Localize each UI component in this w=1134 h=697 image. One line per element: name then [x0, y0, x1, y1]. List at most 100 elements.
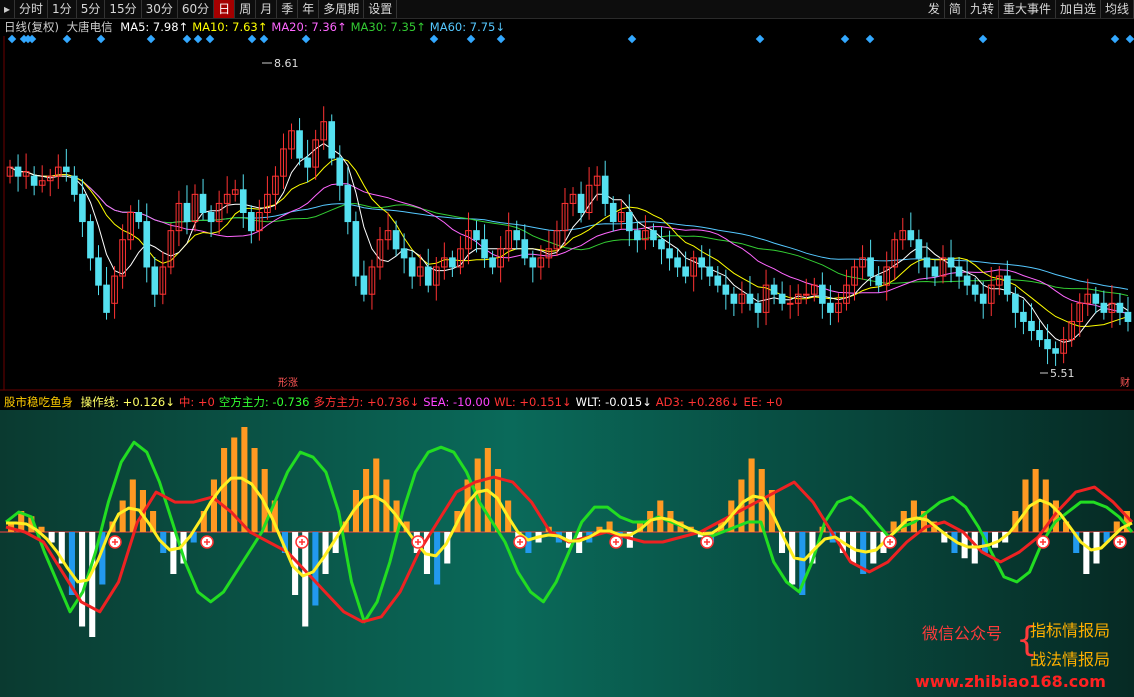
- event-mark-2: 财: [1120, 376, 1130, 389]
- candle-body: [71, 175, 78, 195]
- candle-body: [722, 284, 730, 295]
- signal-diamond-marker: [96, 34, 106, 44]
- ma20-line: [9, 166, 1129, 314]
- candle-body: [979, 293, 987, 304]
- candle-body: [352, 221, 360, 277]
- candle-body: [328, 121, 336, 159]
- candle-body: [915, 239, 923, 259]
- candle-body: [1092, 293, 1100, 304]
- candle-body: [247, 212, 255, 232]
- candle-body: [1100, 302, 1108, 313]
- candle-body: [360, 275, 368, 295]
- candle-body: [1036, 330, 1043, 341]
- signal-diamond-marker: [146, 34, 156, 44]
- candle-body: [183, 202, 191, 223]
- signal-diamond-marker: [429, 34, 439, 44]
- signal-diamond-marker: [62, 34, 72, 44]
- ma5-line: [9, 142, 1129, 343]
- candle-body: [778, 293, 786, 304]
- candle-body: [151, 266, 159, 295]
- signal-diamond-marker: [259, 34, 269, 44]
- candle-body: [481, 239, 488, 259]
- candle-body: [304, 157, 311, 168]
- candle-body: [626, 212, 633, 232]
- candle-body: [875, 275, 882, 286]
- candle-body: [634, 230, 641, 241]
- histogram-bar: [910, 500, 917, 532]
- signal-diamond-marker: [978, 34, 988, 44]
- histogram-bar: [119, 500, 126, 532]
- candle-body: [577, 193, 585, 213]
- candle-body: [449, 257, 456, 268]
- candle-body: [1028, 320, 1035, 332]
- candle-body: [674, 257, 681, 268]
- candle-body: [344, 184, 352, 223]
- chart-canvas: 8.61 5.51 形涨 财: [0, 34, 1134, 697]
- signal-diamond-marker: [1110, 34, 1120, 44]
- candle-body: [207, 212, 215, 223]
- candle-body: [786, 302, 794, 305]
- candle-body: [424, 266, 432, 286]
- candle-body: [682, 266, 689, 277]
- histogram-bar: [221, 448, 228, 532]
- candle-body: [1124, 311, 1132, 322]
- signal-diamond-marker: [193, 34, 203, 44]
- candle-body: [706, 266, 714, 277]
- histogram-bar: [870, 532, 877, 564]
- candle-body: [947, 257, 955, 268]
- ma10-line: [9, 157, 1129, 327]
- candle-body: [489, 257, 496, 268]
- candle-body: [199, 193, 207, 213]
- candle-body: [239, 189, 247, 213]
- signal-diamond-marker: [7, 34, 17, 44]
- candle-body: [529, 257, 537, 268]
- signal-diamond-marker: [466, 34, 476, 44]
- candle-body: [521, 239, 529, 259]
- candle-body: [103, 284, 110, 313]
- histogram-bar: [1083, 532, 1090, 574]
- signal-diamond-marker: [865, 34, 875, 44]
- signal-diamond-marker: [627, 34, 637, 44]
- signal-diamond-marker: [301, 34, 311, 44]
- candle-body: [1020, 311, 1027, 322]
- histogram-bar: [129, 479, 136, 532]
- candle-body: [87, 221, 94, 259]
- candle-body: [79, 193, 86, 223]
- candle-body: [1116, 302, 1124, 313]
- histogram-bar: [992, 532, 999, 548]
- candle-body: [1004, 275, 1011, 295]
- signal-diamond-marker: [205, 34, 215, 44]
- candle-body: [746, 293, 754, 304]
- histogram-bar: [170, 532, 177, 574]
- watermark-line2: 指标情报局: [1030, 621, 1111, 640]
- signal-diamond-marker: [247, 34, 257, 44]
- candle-body: [1044, 339, 1051, 350]
- histogram-bar: [434, 532, 441, 585]
- candle-body: [931, 266, 939, 277]
- event-mark-1: 形涨: [278, 377, 298, 389]
- candle-body: [650, 230, 657, 241]
- candle-body: [609, 202, 617, 223]
- watermark-line3: 战法情报局: [1030, 650, 1111, 669]
- candle-body: [867, 257, 874, 277]
- candle-body: [658, 239, 665, 250]
- candle-body: [296, 130, 303, 159]
- candle-body: [392, 230, 400, 250]
- candle-body: [336, 157, 344, 186]
- candle-body: [754, 302, 762, 313]
- candle-body: [827, 302, 834, 313]
- candle-body: [802, 293, 810, 296]
- candle-body: [698, 257, 706, 268]
- signal-diamond-marker: [182, 34, 192, 44]
- candle-body: [30, 175, 38, 186]
- candle-body: [95, 257, 102, 286]
- candle-body: [1052, 348, 1059, 354]
- candle-body: [923, 257, 931, 268]
- candle-body: [819, 284, 826, 304]
- histogram-bar: [210, 479, 217, 532]
- signal-diamond-marker: [1125, 34, 1134, 44]
- candle-body: [513, 230, 521, 241]
- signal-diamond-marker: [840, 34, 850, 44]
- candle-body: [955, 266, 963, 277]
- candle-body: [1012, 293, 1019, 313]
